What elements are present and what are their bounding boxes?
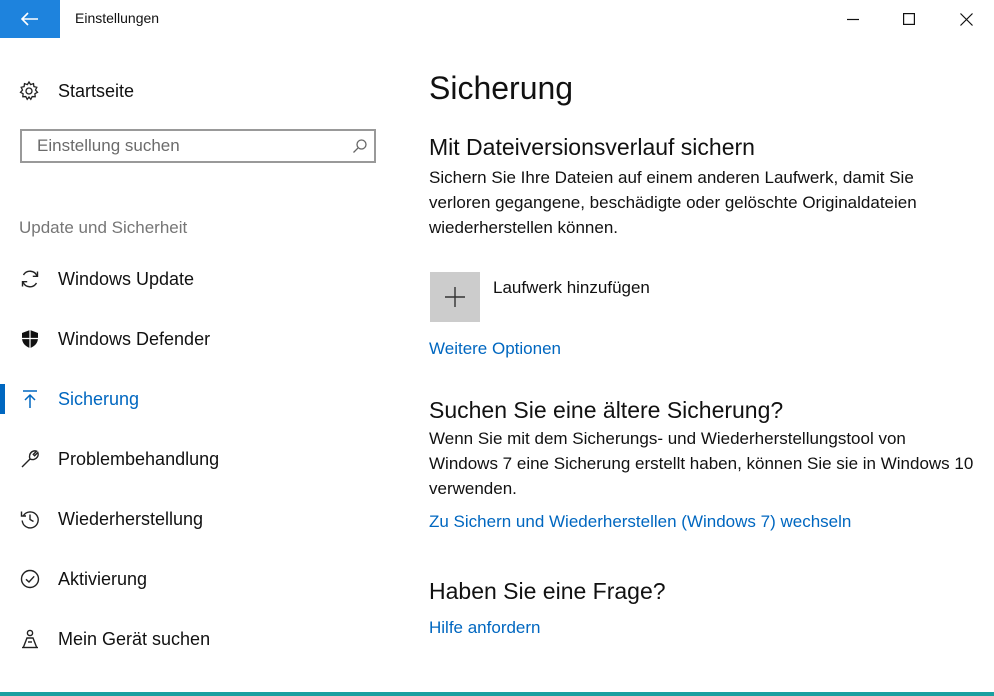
title-bar: Einstellungen [0,0,994,38]
refresh-icon [18,267,42,291]
shield-icon [18,327,42,351]
sidebar-item-label: Wiederherstellung [58,508,204,529]
windows7-backup-link[interactable]: Zu Sichern und Wiederherstellen (Windows… [429,512,851,532]
sidebar-item-aktivierung[interactable]: Aktivierung [0,557,400,601]
gear-icon [19,80,39,101]
check-circle-icon [18,567,42,591]
search-box[interactable] [20,129,376,163]
plus-icon [445,287,465,307]
sidebar-item-label: Windows Update [58,268,195,289]
maximize-button[interactable] [881,0,937,38]
file-history-description: Sichern Sie Ihre Dateien auf einem ander… [429,168,917,237]
add-drive-label[interactable]: Laufwerk hinzufügen [493,278,650,298]
close-button[interactable] [938,0,994,38]
sidebar-item-mein-geraet-suchen[interactable]: Mein Gerät suchen [0,617,400,661]
add-drive-button[interactable] [430,272,480,322]
search-input[interactable] [35,131,346,161]
older-backup-description: Wenn Sie mit dem Sicherungs- und Wiederh… [429,429,974,498]
home-label: Startseite [58,80,135,101]
page-title: Sicherung [429,70,574,106]
window-title: Einstellungen [75,10,160,26]
sidebar-item-label: Problembehandlung [58,448,220,469]
active-indicator [0,384,5,414]
minimize-icon [847,18,859,21]
sidebar-item-label: Sicherung [58,388,140,409]
sidebar-item-label: Mein Gerät suchen [58,628,211,649]
upload-arrow-icon [18,387,42,411]
sidebar-item-windows-update[interactable]: Windows Update [0,257,400,301]
person-locate-icon [18,627,42,651]
history-icon [18,507,42,531]
home-link[interactable]: Startseite [18,80,134,102]
maximize-icon [903,13,915,25]
wrench-icon [18,447,42,471]
sidebar: Startseite Update und Sicherheit Windows… [0,38,400,696]
get-help-link[interactable]: Hilfe anfordern [429,618,541,638]
sidebar-item-sicherung[interactable]: Sicherung [0,377,400,421]
search-icon[interactable] [346,138,374,154]
close-icon [959,12,973,26]
older-backup-heading: Suchen Sie eine ältere Sicherung? [429,397,784,423]
taskbar-edge [0,692,994,696]
question-heading: Haben Sie eine Frage? [429,578,666,604]
minimize-button[interactable] [825,0,881,38]
back-arrow-icon [21,12,38,26]
sidebar-item-label: Windows Defender [58,328,211,349]
file-history-heading: Mit Dateiversionsverlauf sichern [429,134,755,160]
sidebar-item-label: Aktivierung [58,568,148,589]
more-options-link[interactable]: Weitere Optionen [429,339,561,359]
sidebar-item-windows-defender[interactable]: Windows Defender [0,317,400,361]
sidebar-item-wiederherstellung[interactable]: Wiederherstellung [0,497,400,541]
back-button[interactable] [0,0,60,38]
section-header: Update und Sicherheit [19,218,188,237]
sidebar-item-problembehandlung[interactable]: Problembehandlung [0,437,400,481]
